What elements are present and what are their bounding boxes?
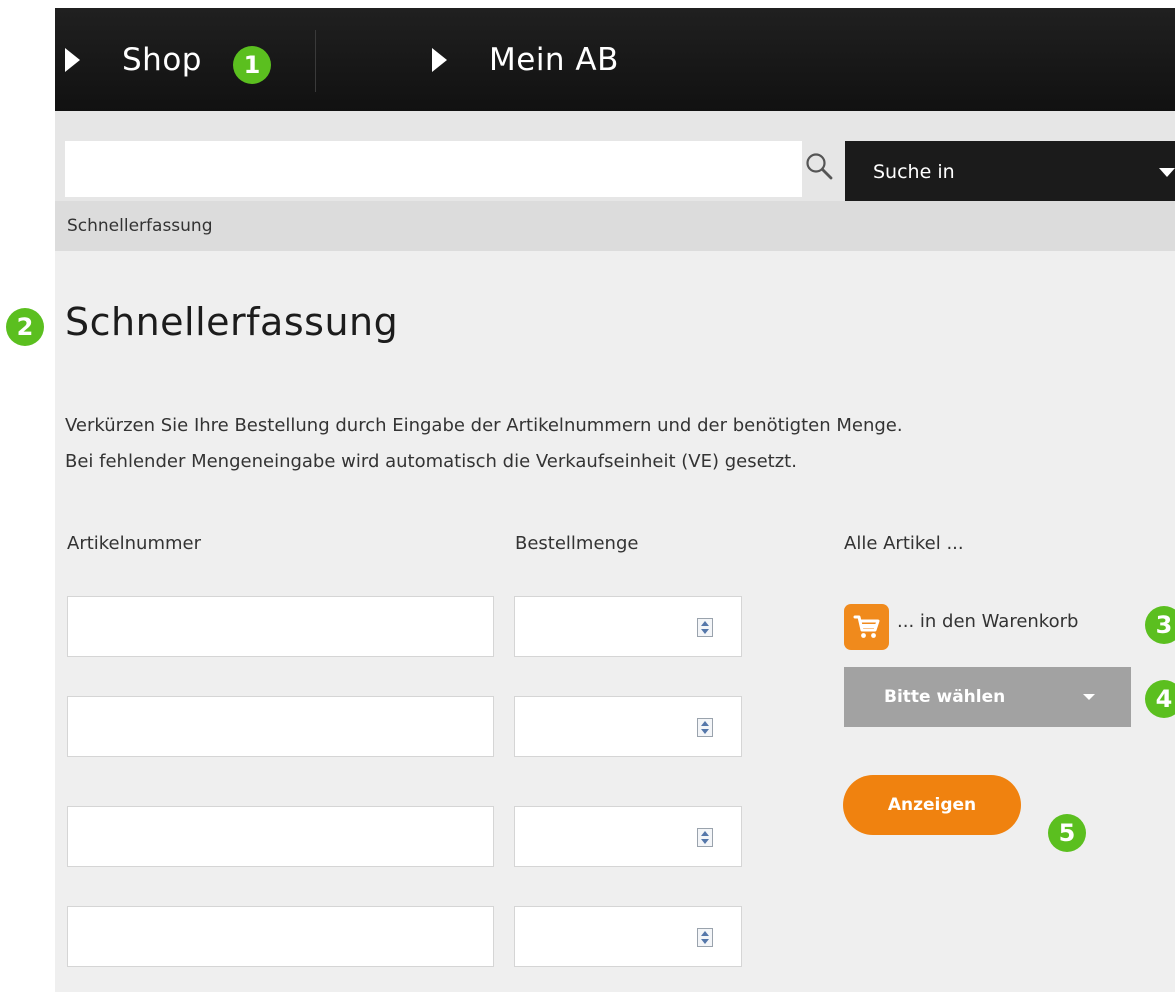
search-bar: Suche in Schnellerfassung <box>55 111 1175 251</box>
spin-down-icon[interactable] <box>700 628 710 636</box>
column-header-quantity: Bestellmenge <box>515 533 639 554</box>
add-to-cart-row: ... in den Warenkorb <box>844 604 1078 650</box>
nav-item-shop[interactable]: Shop <box>65 38 202 82</box>
article-number-input[interactable] <box>67 596 494 657</box>
spin-down-icon[interactable] <box>700 838 710 846</box>
quantity-stepper[interactable] <box>514 696 742 757</box>
annotation-marker-2: 2 <box>6 308 44 346</box>
search-icon[interactable] <box>804 151 834 181</box>
spinner-control[interactable] <box>697 928 713 947</box>
spin-up-icon[interactable] <box>700 719 710 727</box>
search-input[interactable] <box>65 141 802 197</box>
annotation-marker-1: 1 <box>233 46 271 84</box>
nav-divider <box>315 30 316 92</box>
article-number-input[interactable] <box>67 806 494 867</box>
annotation-marker-3: 3 <box>1145 606 1175 644</box>
nav-item-mein-ab[interactable]: Mein AB <box>432 38 619 82</box>
article-number-input[interactable] <box>67 906 494 967</box>
spin-up-icon[interactable] <box>700 619 710 627</box>
article-number-input[interactable] <box>67 696 494 757</box>
spin-up-icon[interactable] <box>700 929 710 937</box>
chevron-down-icon <box>1083 694 1095 700</box>
breadcrumb-item[interactable]: Schnellerfassung <box>67 216 213 236</box>
quantity-stepper[interactable] <box>514 596 742 657</box>
search-scope-label: Suche in <box>873 161 955 183</box>
spin-up-icon[interactable] <box>700 829 710 837</box>
spinner-control[interactable] <box>697 828 713 847</box>
quantity-input[interactable] <box>515 597 685 656</box>
intro-text: Verkürzen Sie Ihre Bestellung durch Eing… <box>65 408 903 480</box>
quantity-stepper[interactable] <box>514 806 742 867</box>
page-content: Shop Mein AB Suche in Schnellerfassung S… <box>55 8 1175 992</box>
column-header-all-items: Alle Artikel ... <box>844 533 964 554</box>
chevron-down-icon <box>1159 168 1175 177</box>
breadcrumb: Schnellerfassung <box>55 201 1175 251</box>
action-select-dropdown[interactable]: Bitte wählen <box>844 667 1131 727</box>
add-to-cart-label[interactable]: ... in den Warenkorb <box>897 611 1078 632</box>
quantity-input[interactable] <box>515 697 685 756</box>
annotation-marker-5: 5 <box>1048 814 1086 852</box>
quantity-input[interactable] <box>515 807 685 866</box>
spin-down-icon[interactable] <box>700 728 710 736</box>
annotation-marker-4: 4 <box>1145 680 1175 718</box>
nav-item-label: Shop <box>122 42 202 78</box>
show-button[interactable]: Anzeigen <box>843 775 1021 835</box>
spinner-control[interactable] <box>697 618 713 637</box>
spinner-control[interactable] <box>697 718 713 737</box>
page-title: Schnellerfassung <box>65 300 399 344</box>
top-navigation: Shop Mein AB <box>55 8 1175 111</box>
action-select-label: Bitte wählen <box>884 687 1006 707</box>
search-scope-dropdown[interactable]: Suche in <box>845 141 1175 203</box>
quantity-stepper[interactable] <box>514 906 742 967</box>
column-header-article: Artikelnummer <box>67 533 201 554</box>
spin-down-icon[interactable] <box>700 938 710 946</box>
play-arrow-icon <box>65 48 80 72</box>
play-arrow-icon <box>432 48 447 72</box>
add-to-cart-button[interactable] <box>844 604 889 650</box>
intro-line: Verkürzen Sie Ihre Bestellung durch Eing… <box>65 415 903 436</box>
nav-item-label: Mein AB <box>489 42 619 78</box>
quantity-input[interactable] <box>515 907 685 966</box>
intro-line: Bei fehlender Mengeneingabe wird automat… <box>65 451 797 472</box>
shopping-cart-icon <box>853 615 879 638</box>
